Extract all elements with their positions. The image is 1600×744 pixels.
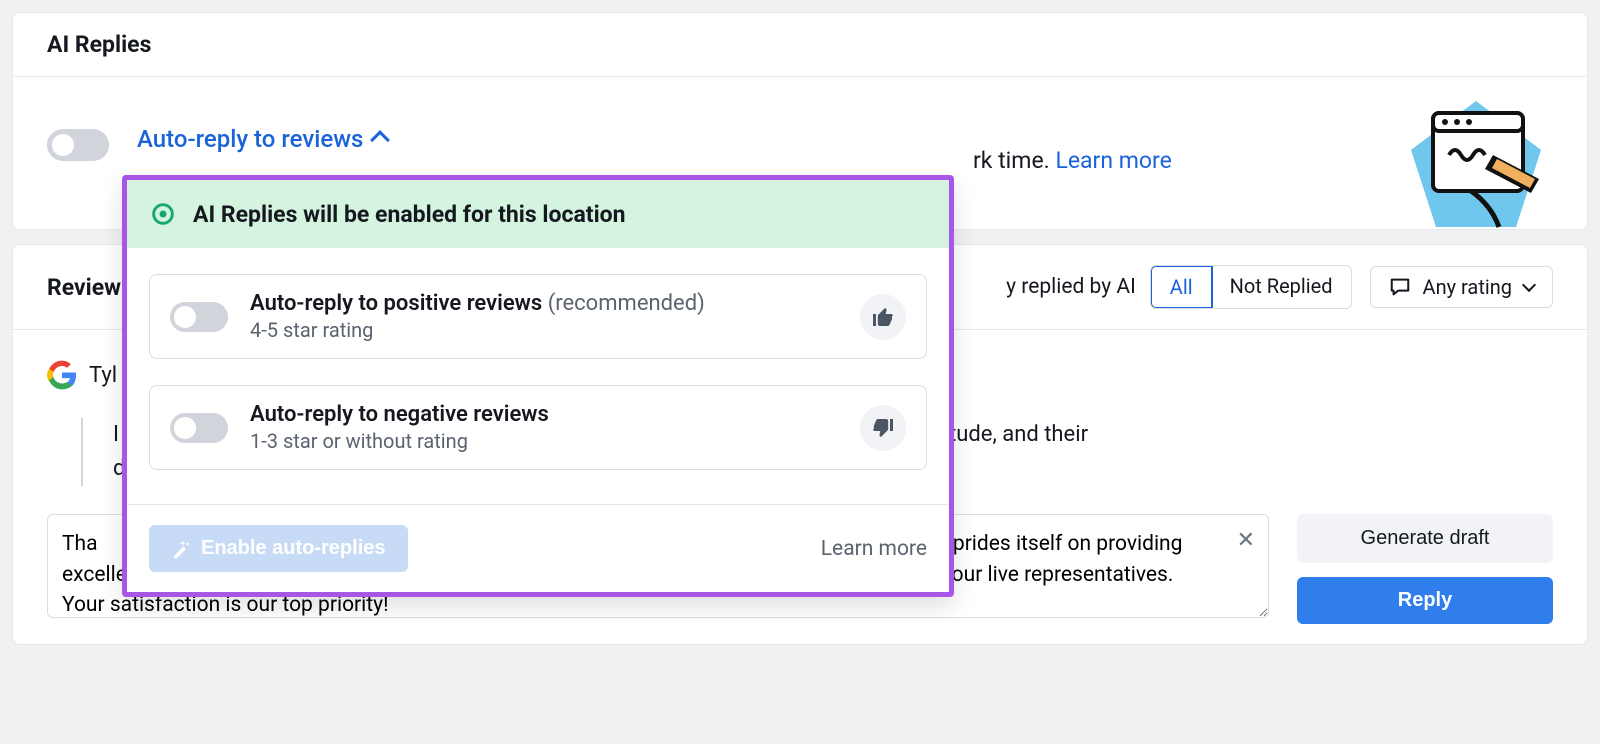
- option-positive-recommended: (recommended): [548, 291, 705, 316]
- google-icon: [47, 360, 77, 390]
- chevron-up-icon: [370, 130, 390, 150]
- auto-reply-negative-toggle[interactable]: [170, 413, 228, 443]
- magic-wand-icon: [171, 539, 191, 559]
- location-target-icon: [149, 200, 177, 228]
- filter-all[interactable]: All: [1150, 265, 1213, 309]
- popover-footer: Enable auto-replies Learn more: [127, 504, 949, 592]
- ai-replies-title: AI Replies: [47, 31, 1553, 58]
- option-negative-title: Auto-reply to negative reviews: [250, 402, 549, 427]
- ai-writing-illustration: [1401, 95, 1551, 235]
- filter-not-replied[interactable]: Not Replied: [1212, 266, 1351, 308]
- option-positive-title: Auto-reply to positive reviews: [250, 291, 542, 316]
- replied-by-ai-label-fragment: y replied by AI: [1006, 275, 1136, 299]
- ai-replies-main-toggle[interactable]: [47, 129, 109, 161]
- popover-header-text: AI Replies will be enabled for this loca…: [193, 201, 626, 228]
- reply-filter-segment: All Not Replied: [1150, 265, 1352, 309]
- rating-filter-label: Any rating: [1423, 275, 1512, 299]
- background-text-fragment: rk time. Learn more: [973, 147, 1172, 174]
- thumbs-down-icon: [860, 405, 906, 451]
- auto-reply-link[interactable]: Auto-reply to reviews: [137, 125, 363, 153]
- auto-reply-popover: AI Replies will be enabled for this loca…: [122, 175, 954, 597]
- thumbs-up-icon: [860, 294, 906, 340]
- popover-header: AI Replies will be enabled for this loca…: [127, 180, 949, 248]
- clear-reply-icon[interactable]: ✕: [1237, 528, 1255, 553]
- auto-reply-negative-option: Auto-reply to negative reviews 1-3 star …: [149, 385, 927, 470]
- option-positive-sub: 4-5 star rating: [250, 318, 860, 342]
- auto-reply-positive-option: Auto-reply to positive reviews (recommen…: [149, 274, 927, 359]
- auto-reply-positive-toggle[interactable]: [170, 302, 228, 332]
- option-negative-sub: 1-3 star or without rating: [250, 429, 860, 453]
- popover-body: Auto-reply to positive reviews (recommen…: [127, 248, 949, 504]
- reply-button[interactable]: Reply: [1297, 577, 1553, 624]
- enable-auto-replies-button[interactable]: Enable auto-replies: [149, 525, 408, 572]
- reviewer-name-fragment: Tyl: [89, 363, 117, 388]
- rating-filter-dropdown[interactable]: Any rating: [1370, 266, 1553, 308]
- ai-replies-header: AI Replies: [13, 13, 1587, 77]
- speech-bubble-icon: [1389, 276, 1411, 298]
- generate-draft-button[interactable]: Generate draft: [1297, 514, 1553, 563]
- learn-more-link-top[interactable]: Learn more: [1055, 147, 1171, 174]
- learn-more-link-popover[interactable]: Learn more: [821, 537, 927, 561]
- chevron-down-icon: [1522, 278, 1536, 292]
